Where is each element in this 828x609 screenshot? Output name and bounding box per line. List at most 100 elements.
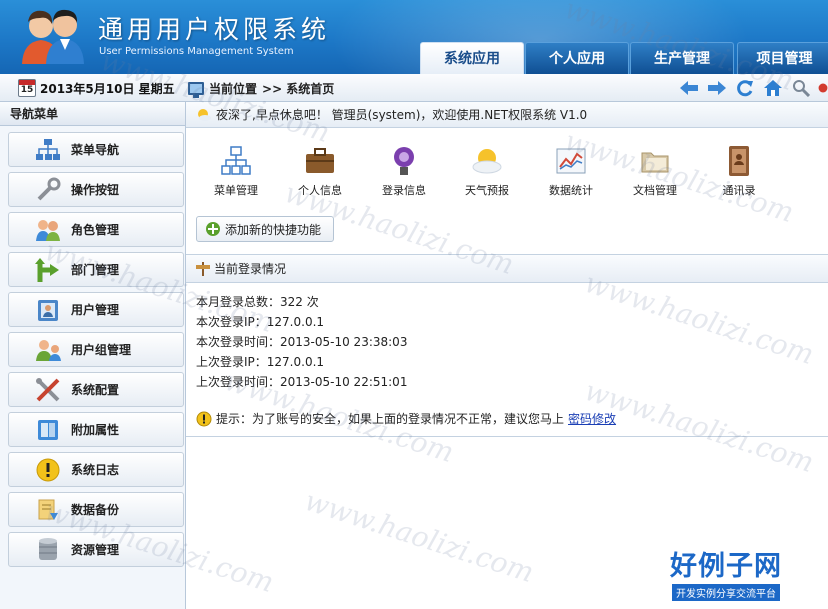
wrench-icon <box>33 176 63 204</box>
app-title: 通用用户权限系统 <box>98 15 331 44</box>
monitor-icon <box>188 81 204 98</box>
sidebar-item-resources[interactable]: 资源管理 <box>8 532 184 567</box>
forward-arrow-icon[interactable] <box>706 77 728 99</box>
tools-icon <box>33 376 63 404</box>
login-panel-header: 当前登录情况 <box>186 255 828 283</box>
welcome-bar: 夜深了,早点休息吧！ 管理员(system)，欢迎使用.NET权限系统 V1.0 <box>186 102 828 128</box>
quick-link-label: 登录信息 <box>382 184 426 197</box>
sidebar-item-action-buttons[interactable]: 操作按钮 <box>8 172 184 207</box>
tip-warning-icon <box>196 411 212 426</box>
sidebar-item-extra-attributes[interactable]: 附加属性 <box>8 412 184 447</box>
monthly-login-count: 本月登录总数：322 次 <box>196 295 319 309</box>
add-globe-icon <box>206 222 220 236</box>
folder-icon <box>638 144 672 178</box>
date-display: 15 2013年5月10日 星期五 <box>18 79 175 97</box>
signpost-icon <box>196 262 210 276</box>
chart-icon <box>554 144 588 178</box>
branch-arrow-icon <box>33 256 63 284</box>
panel-icon <box>33 416 63 444</box>
toolbar: 15 2013年5月10日 星期五 当前位置 >> 系统首页 <box>0 74 828 102</box>
refresh-icon[interactable] <box>734 77 756 99</box>
quick-link-weather[interactable]: 天气预报 <box>451 144 523 198</box>
user-card-icon <box>33 296 63 324</box>
location-label: 当前位置 <box>209 81 258 96</box>
login-icon <box>387 144 421 178</box>
back-arrow-icon[interactable] <box>678 77 700 99</box>
brand-name: 好例子网 <box>670 551 782 582</box>
sidebar-item-label: 用户组管理 <box>71 343 132 357</box>
welcome-message: 夜深了,早点休息吧！ 管理员(system)，欢迎使用.NET权限系统 V1.0 <box>216 108 588 122</box>
tab-production[interactable]: 生产管理 <box>630 42 734 74</box>
user-group-icon <box>33 336 63 364</box>
tab-system-apps[interactable]: 系统应用 <box>420 42 524 74</box>
sidebar-item-label: 角色管理 <box>71 223 120 237</box>
sidebar-item-data-backup[interactable]: 数据备份 <box>8 492 184 527</box>
quick-link-contacts[interactable]: 通讯录 <box>703 144 775 198</box>
tip-text: 提示：为了账号的安全，如果上面的登录情况不正常，建议您马上 <box>216 412 565 426</box>
sidebar-item-label: 附加属性 <box>71 423 120 437</box>
sidebar-item-system-log[interactable]: 系统日志 <box>8 452 184 487</box>
sidebar-item-label: 系统日志 <box>71 463 120 477</box>
quick-link-label: 个人信息 <box>298 184 342 197</box>
tab-projects[interactable]: 项目管理 <box>737 42 828 74</box>
current-date: 2013年5月10日 星期五 <box>40 81 175 96</box>
logo-users-icon <box>22 9 84 64</box>
quick-link-menu-manage[interactable]: 菜单管理 <box>200 144 272 198</box>
quick-link-label: 天气预报 <box>465 184 509 197</box>
sidebar-item-label: 资源管理 <box>71 543 120 557</box>
location-path: >> 系统首页 <box>262 81 335 96</box>
calendar-icon: 15 <box>18 79 36 97</box>
brand-slogan: 开发实例分享交流平台 <box>672 584 780 601</box>
sidebar: 导航菜单 菜单导航 操作按钮 角色管理 部门管理 用户管理 用户组管理 系统配置… <box>0 102 186 609</box>
change-password-link[interactable]: 密码修改 <box>568 410 616 427</box>
sidebar-item-departments[interactable]: 部门管理 <box>8 252 184 287</box>
close-icon[interactable] <box>818 77 828 99</box>
quick-link-personal-info[interactable]: 个人信息 <box>284 144 356 198</box>
quick-link-label: 数据统计 <box>549 184 593 197</box>
tab-personal-apps[interactable]: 个人应用 <box>525 42 629 74</box>
quick-link-label: 菜单管理 <box>214 184 258 197</box>
current-login-time: 本次登录时间：2013-05-10 23:38:03 <box>196 335 408 349</box>
contacts-book-icon <box>722 144 756 178</box>
home-icon[interactable] <box>762 77 784 99</box>
briefcase-icon <box>303 144 337 178</box>
add-quick-label: 添加新的快捷功能 <box>225 222 322 237</box>
database-icon <box>33 536 63 564</box>
toolbar-icons <box>678 77 828 99</box>
brand-logo: 好例子网 开发实例分享交流平台 <box>656 544 796 601</box>
breadcrumb: 当前位置 >> 系统首页 <box>188 79 335 98</box>
warning-icon <box>33 456 63 484</box>
quick-link-label: 文档管理 <box>633 184 677 197</box>
search-icon[interactable] <box>790 77 812 99</box>
sidebar-item-label: 菜单导航 <box>71 143 120 157</box>
app-header: 通用用户权限系统 User Permissions Management Sys… <box>0 0 828 74</box>
weather-icon <box>470 144 504 178</box>
users-icon <box>33 216 63 244</box>
sidebar-item-label: 操作按钮 <box>71 183 120 197</box>
sidebar-item-label: 系统配置 <box>71 383 120 397</box>
sun-cloud-icon <box>198 109 211 121</box>
add-quick-function-button[interactable]: 添加新的快捷功能 <box>196 216 334 242</box>
backup-icon <box>33 496 63 524</box>
login-info-panel: 当前登录情况 本月登录总数：322 次 本次登录IP：127.0.0.1 本次登… <box>186 254 828 437</box>
quick-link-statistics[interactable]: 数据统计 <box>535 144 607 198</box>
sidebar-item-roles[interactable]: 角色管理 <box>8 212 184 247</box>
sidebar-item-users[interactable]: 用户管理 <box>8 292 184 327</box>
quick-link-login-info[interactable]: 登录信息 <box>368 144 440 198</box>
quick-link-label: 通讯录 <box>722 184 756 197</box>
current-login-ip: 本次登录IP：127.0.0.1 <box>196 315 325 329</box>
sidebar-item-menu-nav[interactable]: 菜单导航 <box>8 132 184 167</box>
app-subtitle: User Permissions Management System <box>99 46 294 57</box>
sitemap-icon <box>33 136 63 164</box>
quick-link-documents[interactable]: 文档管理 <box>619 144 691 198</box>
security-tip: 提示：为了账号的安全，如果上面的登录情况不正常，建议您马上 密码修改 <box>196 410 616 427</box>
last-login-time: 上次登录时间：2013-05-10 22:51:01 <box>196 375 408 389</box>
sidebar-item-system-config[interactable]: 系统配置 <box>8 372 184 407</box>
sidebar-item-label: 用户管理 <box>71 303 120 317</box>
sidebar-item-label: 数据备份 <box>71 503 120 517</box>
sidebar-title: 导航菜单 <box>0 102 185 126</box>
sidebar-item-label: 部门管理 <box>71 263 120 277</box>
sidebar-item-user-groups[interactable]: 用户组管理 <box>8 332 184 367</box>
last-login-ip: 上次登录IP：127.0.0.1 <box>196 355 325 369</box>
calendar-day: 15 <box>20 85 34 95</box>
